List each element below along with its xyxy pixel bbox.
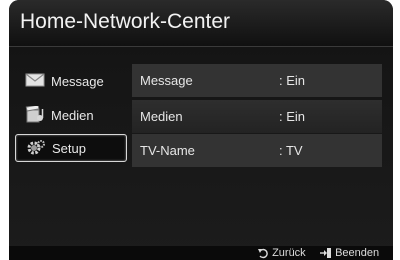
sidebar-item-message[interactable]: Message [15, 68, 125, 94]
sidebar-item-label: Message [51, 74, 104, 89]
return-icon [257, 247, 269, 259]
setting-name: TV-Name [140, 143, 195, 158]
back-label: Zurück [272, 247, 306, 259]
sidebar-item-medien[interactable]: Medien [15, 102, 125, 128]
settings-row-tv-name[interactable]: TV-Name : TV [132, 134, 382, 167]
page-title: Home-Network-Center [20, 10, 231, 33]
home-network-center-panel: Home-Network-Center Message Medien Setup… [9, 0, 393, 260]
setting-name: Medien [140, 109, 183, 124]
setting-value: : Ein [279, 73, 306, 88]
exit-label: Beenden [335, 247, 380, 259]
title-bar: Home-Network-Center [9, 0, 393, 47]
gear-icon [26, 139, 46, 157]
envelope-icon [25, 72, 45, 90]
settings-row-medien[interactable]: Medien : Ein [132, 100, 382, 133]
footer-hints: Zurück Beenden [9, 246, 393, 260]
setting-value: : Ein [279, 109, 306, 124]
settings-row-message[interactable]: Message : Ein [132, 64, 382, 97]
sidebar-item-label: Medien [51, 108, 94, 123]
sidebar-item-label: Setup [52, 141, 86, 156]
back-hint[interactable]: Zurück [257, 247, 306, 259]
exit-hint[interactable]: Beenden [320, 247, 379, 259]
media-icon [25, 104, 45, 124]
sidebar-item-setup[interactable]: Setup [15, 134, 127, 162]
setting-name: Message [140, 73, 193, 88]
exit-icon [320, 247, 332, 259]
setting-value: : TV [279, 143, 303, 158]
